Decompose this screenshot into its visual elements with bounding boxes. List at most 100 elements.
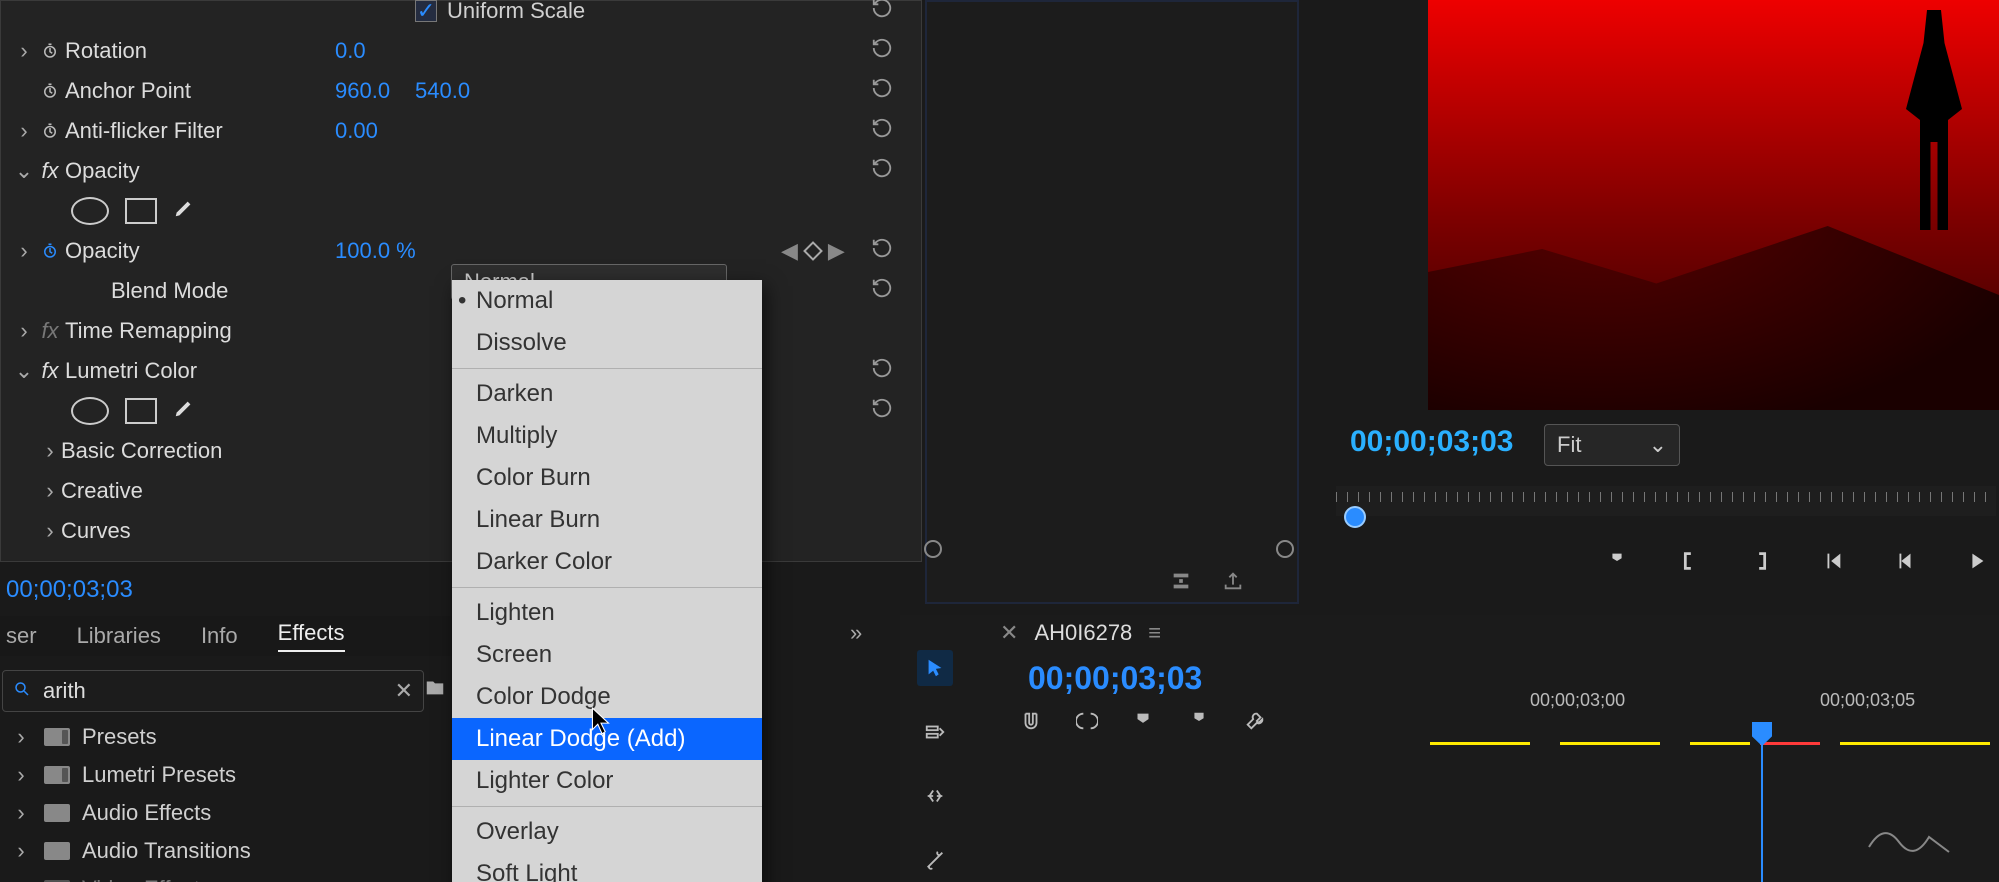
clip-segment[interactable] [1560, 742, 1660, 745]
timeline-marker-icon[interactable] [1188, 710, 1210, 738]
blend-mode-option[interactable]: Normal [452, 280, 762, 322]
blend-mode-option-highlighted[interactable]: Linear Dodge (Add) [452, 718, 762, 760]
prev-keyframe-icon[interactable]: ◀ [781, 238, 798, 264]
twirl-icon[interactable]: › [13, 118, 35, 144]
linked-selection-icon[interactable] [1076, 710, 1098, 738]
ripple-edit-tool-icon[interactable] [917, 778, 953, 814]
mark-out-bracket-icon[interactable] [1750, 550, 1772, 578]
uniform-scale-checkbox[interactable]: ✓ Uniform Scale [415, 0, 585, 24]
zoom-fit-dropdown[interactable]: Fit ⌄ [1544, 424, 1680, 466]
blend-mode-option[interactable]: Soft Light [452, 853, 762, 882]
tree-row-presets[interactable]: › Presets [2, 718, 452, 756]
twirl-icon[interactable]: › [39, 518, 61, 544]
step-back-icon[interactable] [1894, 550, 1916, 578]
ellipse-mask-button[interactable] [71, 197, 109, 225]
blend-mode-option[interactable]: Dissolve [452, 322, 762, 364]
rotation-value[interactable]: 0.0 [335, 38, 405, 64]
insert-icon[interactable] [1170, 570, 1192, 598]
clear-search-icon[interactable]: ✕ [395, 678, 413, 704]
twirl-down-icon[interactable]: ⌄ [13, 358, 35, 384]
add-marker-icon[interactable] [1132, 710, 1154, 738]
pen-mask-button[interactable] [173, 197, 195, 225]
anchor-y-value[interactable]: 540.0 [415, 78, 485, 104]
blend-mode-option[interactable]: Multiply [452, 415, 762, 457]
timeline-tracks[interactable] [1400, 722, 1999, 772]
twirl-icon[interactable]: › [13, 238, 35, 264]
tab-media-browser[interactable]: ser [6, 623, 37, 649]
fx-icon[interactable]: fx [35, 158, 65, 184]
reset-icon[interactable] [871, 37, 893, 65]
close-sequence-icon[interactable]: ✕ [1000, 620, 1018, 646]
fx-icon[interactable]: fx [35, 358, 65, 384]
rectangle-mask-button[interactable] [125, 398, 157, 424]
clip-segment[interactable] [1690, 742, 1750, 745]
mark-in-bracket-icon[interactable] [1678, 550, 1700, 578]
reset-icon[interactable] [871, 77, 893, 105]
opacity-value[interactable]: 100.0 % [335, 238, 416, 264]
blend-mode-option[interactable]: Color Dodge [452, 676, 762, 718]
fx-icon-disabled[interactable]: fx [35, 318, 65, 344]
curves-label[interactable]: Curves [61, 518, 321, 544]
clip-segment-warning[interactable] [1760, 742, 1820, 745]
go-to-in-icon[interactable] [1822, 550, 1844, 578]
tree-row-video-effects[interactable]: › Video Effects [2, 870, 452, 882]
snap-icon[interactable] [1020, 710, 1042, 738]
program-ruler[interactable]: /*ticks drawn below via template*/ [1336, 486, 1996, 516]
basic-correction-label[interactable]: Basic Correction [61, 438, 321, 464]
stopwatch-icon[interactable] [35, 42, 65, 60]
settings-wrench-icon[interactable] [1244, 710, 1266, 738]
blend-mode-option[interactable]: Darken [452, 373, 762, 415]
effects-search[interactable]: ✕ [2, 670, 424, 712]
twirl-icon[interactable]: › [10, 800, 32, 826]
effects-search-input[interactable] [41, 677, 395, 705]
new-bin-icon[interactable] [424, 676, 446, 704]
razor-tool-icon[interactable] [917, 842, 953, 878]
stopwatch-icon[interactable] [35, 122, 65, 140]
playhead-icon[interactable] [1344, 506, 1366, 528]
blend-mode-option[interactable]: Lighter Color [452, 760, 762, 802]
program-monitor[interactable] [1428, 0, 1999, 410]
twirl-icon[interactable]: › [39, 478, 61, 504]
more-tabs-icon[interactable]: » [850, 620, 862, 646]
tree-row-audio-effects[interactable]: › Audio Effects [2, 794, 452, 832]
antiflicker-value[interactable]: 0.00 [335, 118, 405, 144]
reset-icon[interactable] [871, 0, 893, 25]
in-point-handle[interactable] [924, 540, 942, 558]
out-point-handle[interactable] [1276, 540, 1294, 558]
tree-row-audio-transitions[interactable]: › Audio Transitions [2, 832, 452, 870]
clip-segment[interactable] [1840, 742, 1990, 745]
twirl-icon[interactable]: › [39, 438, 61, 464]
twirl-icon[interactable]: › [10, 724, 32, 750]
tab-info[interactable]: Info [201, 623, 238, 649]
blend-mode-option[interactable]: Darker Color [452, 541, 762, 583]
reset-icon[interactable] [871, 237, 893, 265]
source-timecode[interactable]: 00;00;03;03 [6, 576, 133, 604]
mark-in-icon[interactable] [1600, 550, 1628, 578]
creative-label[interactable]: Creative [61, 478, 321, 504]
twirl-icon[interactable]: › [10, 838, 32, 864]
track-select-tool-icon[interactable] [917, 714, 953, 750]
sequence-menu-icon[interactable]: ≡ [1148, 620, 1161, 646]
sequence-name[interactable]: AH0I6278 [1034, 620, 1132, 646]
tab-effects[interactable]: Effects [278, 620, 345, 652]
rectangle-mask-button[interactable] [125, 198, 157, 224]
reset-icon[interactable] [871, 157, 893, 185]
export-frame-icon[interactable] [1222, 570, 1244, 598]
blend-mode-option[interactable]: Lighten [452, 592, 762, 634]
stopwatch-active-icon[interactable] [35, 242, 65, 260]
anchor-x-value[interactable]: 960.0 [335, 78, 405, 104]
ellipse-mask-button[interactable] [71, 397, 109, 425]
selection-tool-icon[interactable] [917, 650, 953, 686]
tree-row-lumetri-presets[interactable]: › Lumetri Presets [2, 756, 452, 794]
reset-icon[interactable] [871, 117, 893, 145]
clip-segment[interactable] [1430, 742, 1530, 745]
next-keyframe-icon[interactable]: ▶ [828, 238, 845, 264]
tab-libraries[interactable]: Libraries [77, 623, 161, 649]
twirl-icon[interactable]: › [10, 876, 32, 882]
play-icon[interactable] [1966, 550, 1988, 578]
blend-mode-option[interactable]: Overlay [452, 811, 762, 853]
program-timecode[interactable]: 00;00;03;03 [1350, 425, 1513, 459]
twirl-icon[interactable]: › [13, 38, 35, 64]
pen-mask-button[interactable] [173, 397, 195, 425]
reset-icon[interactable] [871, 277, 893, 305]
